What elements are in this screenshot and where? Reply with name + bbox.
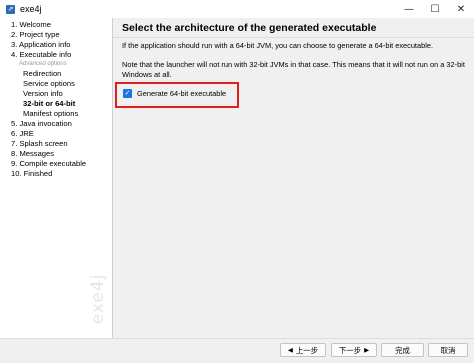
step-item[interactable]: Manifest options	[0, 109, 112, 119]
step-item[interactable]: 5. Java invocation	[0, 119, 112, 129]
step-item[interactable]: 6. JRE	[0, 129, 112, 139]
page-title: Select the architecture of the generated…	[122, 22, 377, 34]
title-bar: ⇗ exe4j — ☐ ✕	[0, 0, 474, 19]
step-item[interactable]: 4. Executable info	[0, 50, 112, 60]
step-item[interactable]: 7. Splash screen	[0, 139, 112, 149]
step-item[interactable]: 2. Project type	[0, 30, 112, 40]
generate-64bit-label[interactable]: Generate 64-bit executable	[137, 89, 226, 98]
step-item[interactable]: 1. Welcome	[0, 20, 112, 30]
main-panel: Select the architecture of the generated…	[113, 18, 474, 338]
exe4j-window: ⇗ exe4j — ☐ ✕ 1. Welcome 2. Project type 3…	[0, 0, 474, 363]
step-item[interactable]: 10. Finished	[0, 169, 112, 179]
cancel-button[interactable]: 取消	[428, 343, 468, 357]
step-item[interactable]: 32-bit or 64-bit	[0, 99, 112, 109]
close-button[interactable]: ✕	[448, 0, 474, 18]
step-item[interactable]: 8. Messages	[0, 149, 112, 159]
divider	[113, 37, 474, 38]
generate-64bit-option[interactable]: ✓ Generate 64-bit executable	[123, 89, 226, 98]
advanced-options-caption: Advanced options	[19, 61, 67, 67]
window-title: exe4j	[20, 4, 42, 14]
step-item[interactable]: Version info	[0, 89, 112, 99]
back-label: 上一步	[295, 345, 319, 355]
app-icon: ⇗	[6, 4, 15, 14]
step-item[interactable]: 3. Application info	[0, 40, 112, 50]
brand-text: exe4j	[88, 273, 108, 325]
back-arrow-icon: ◀	[287, 346, 293, 354]
back-button[interactable]: ◀ 上一步	[280, 343, 326, 357]
wizard-footer: ◀ 上一步 下一步 ▶ 完成 取消	[0, 338, 474, 363]
finish-button[interactable]: 完成	[381, 343, 424, 357]
step-item[interactable]: 9. Compile executable	[0, 159, 112, 169]
description-32bit-note: Note that the launcher will not run with…	[122, 60, 465, 79]
next-button[interactable]: 下一步 ▶	[331, 343, 377, 357]
next-label: 下一步	[338, 345, 362, 355]
maximize-button[interactable]: ☐	[422, 0, 448, 18]
step-item[interactable]: Service options	[0, 79, 112, 89]
next-arrow-icon: ▶	[364, 346, 370, 354]
steps-list: 1. Welcome 2. Project type 3. Application …	[0, 18, 112, 179]
finish-label: 完成	[395, 345, 410, 355]
minimize-button[interactable]: —	[396, 0, 422, 18]
generate-64bit-checkbox[interactable]: ✓	[123, 89, 132, 98]
description-64bit: If the application should run with a 64-…	[122, 41, 434, 50]
cancel-label: 取消	[440, 345, 456, 355]
wizard-steps-sidebar: 1. Welcome 2. Project type 3. Application …	[0, 18, 113, 338]
step-item[interactable]: Redirection	[0, 69, 112, 79]
exe4j-brand-watermark: exe4j	[88, 254, 108, 338]
